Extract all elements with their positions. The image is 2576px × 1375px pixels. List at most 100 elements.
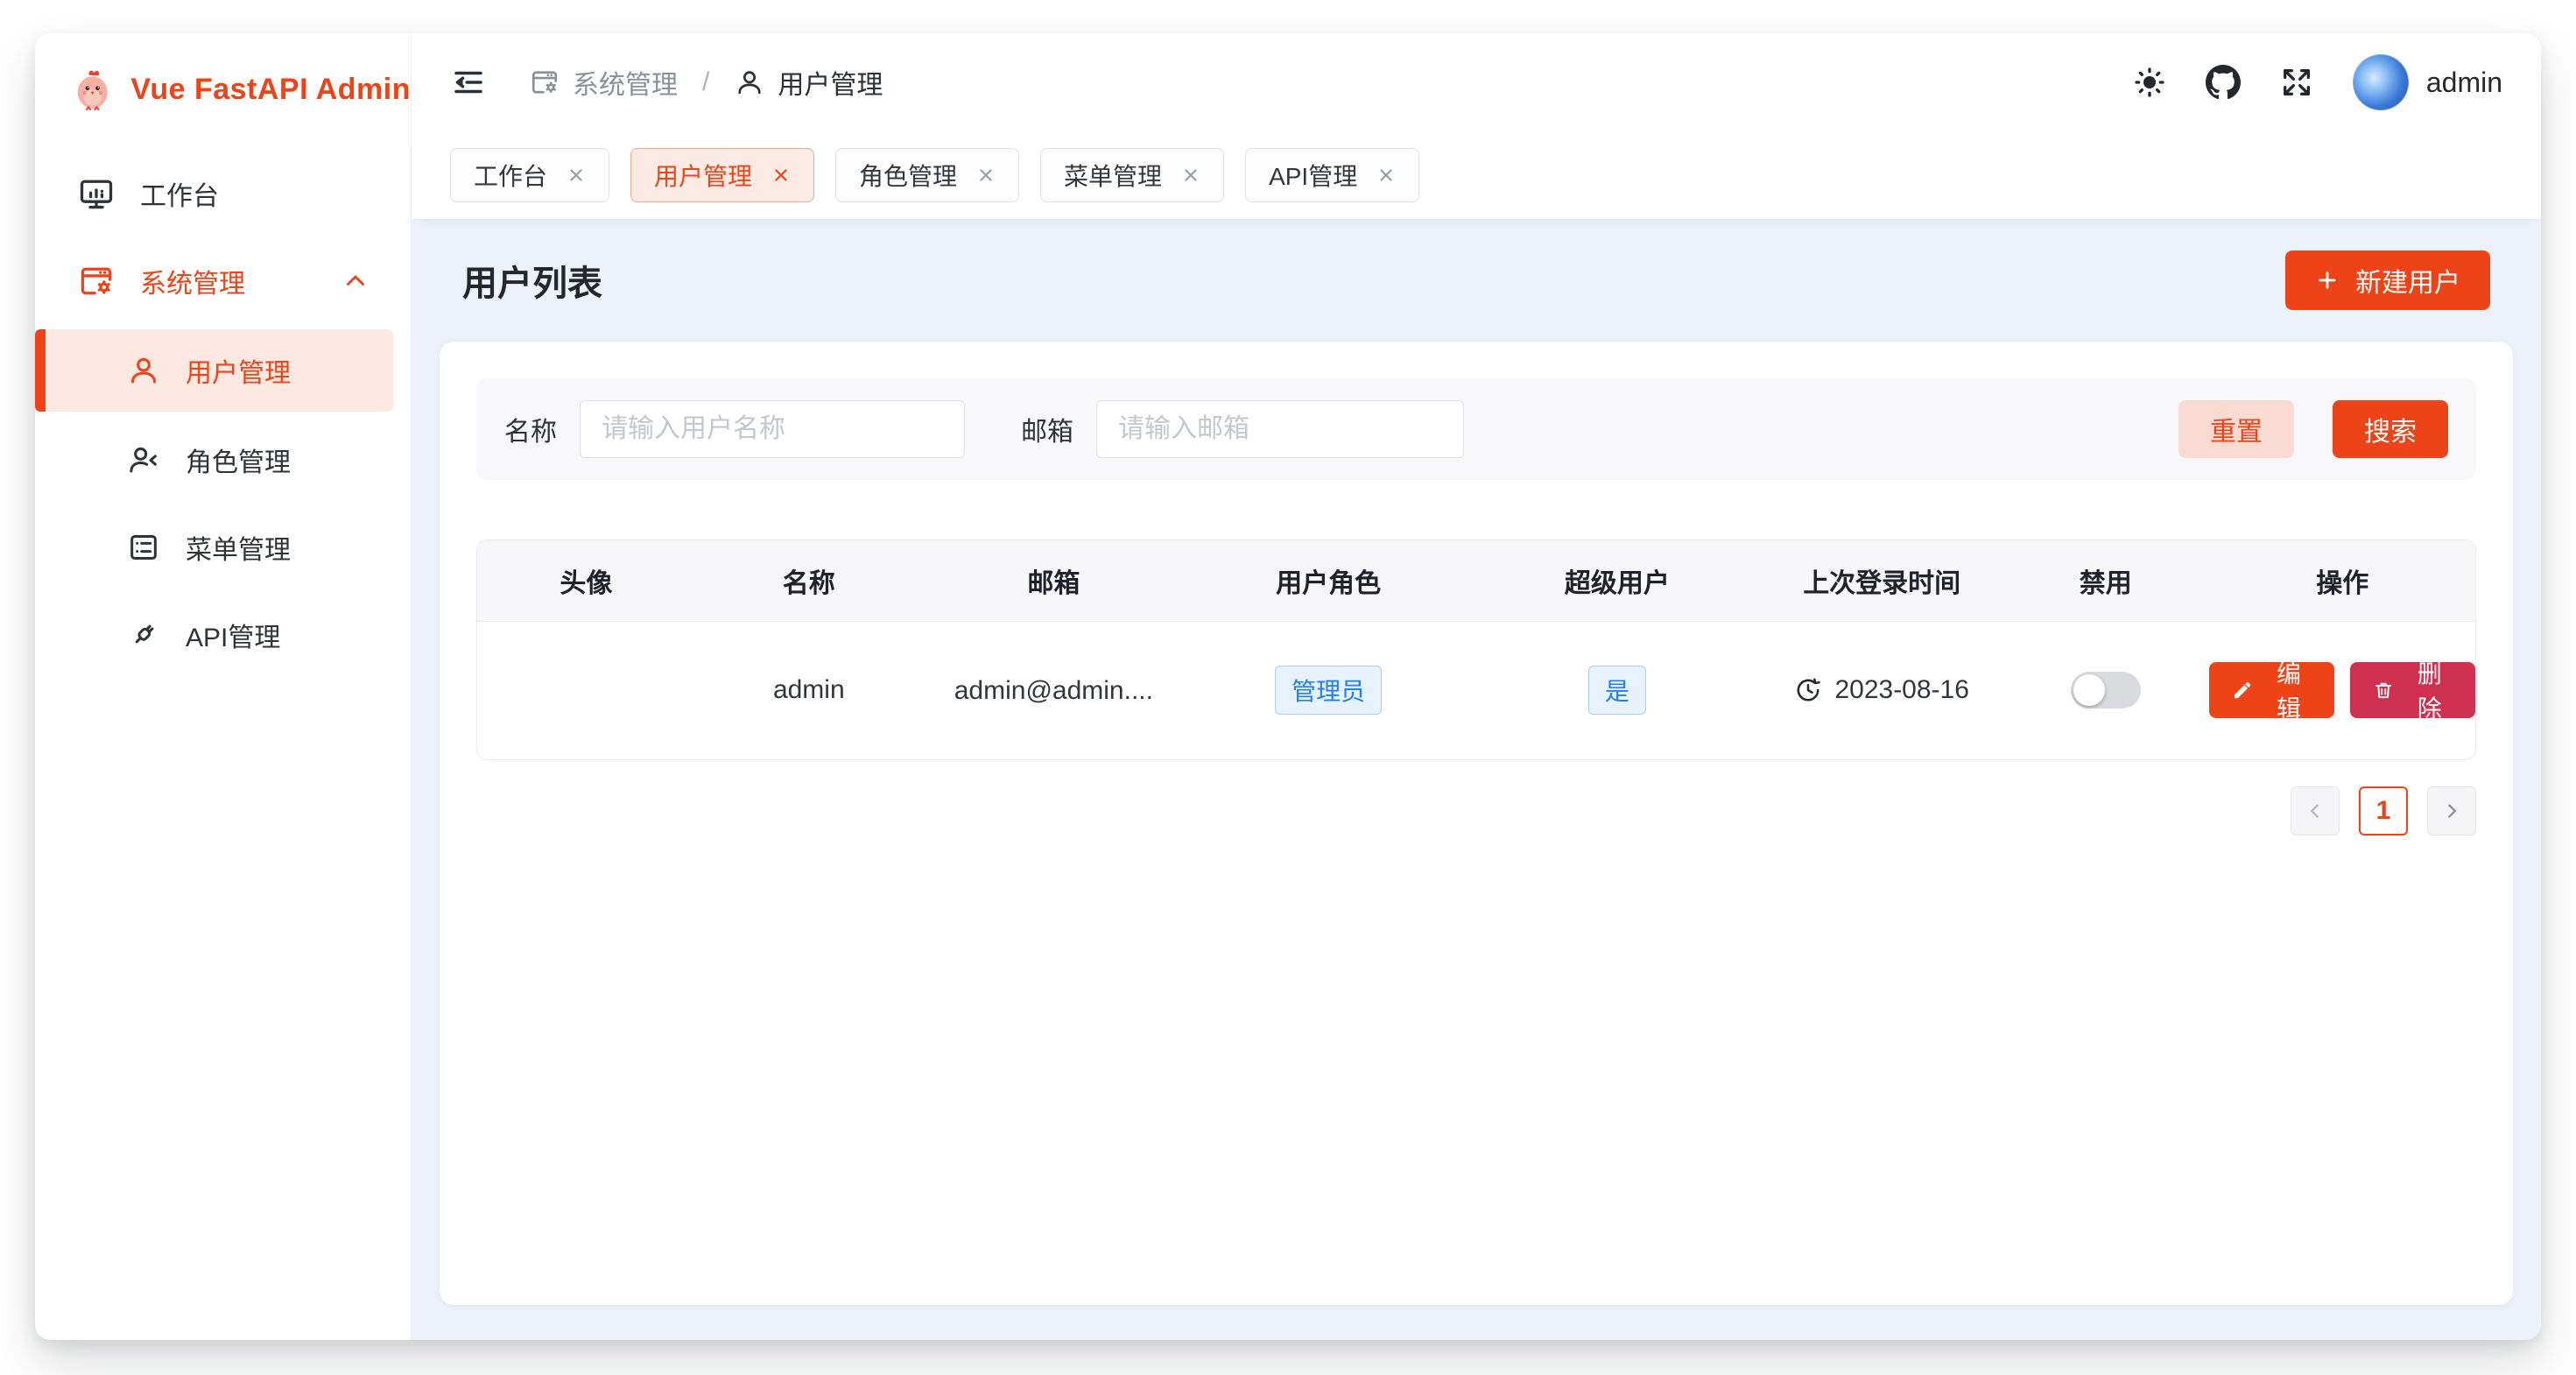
sidebar-nav: 工作台 系统管理 用户管: [35, 145, 411, 683]
tab-label: 角色管理: [859, 158, 957, 193]
fullscreen-expand-icon[interactable]: [2279, 65, 2314, 100]
chevron-left-icon: [2304, 800, 2326, 822]
user-avatar: [2353, 54, 2409, 110]
email-filter-label: 邮箱: [1021, 410, 1073, 448]
pagination-next-button[interactable]: [2427, 786, 2476, 836]
breadcrumb-item-user[interactable]: 用户管理: [734, 63, 883, 102]
sidebar-item-label: API管理: [186, 616, 280, 654]
pagination: 1: [476, 786, 2476, 836]
close-icon[interactable]: [1181, 166, 1200, 185]
pagination-prev-button[interactable]: [2291, 786, 2340, 836]
sidebar-item-system[interactable]: 系统管理: [53, 242, 393, 321]
tab-label: 菜单管理: [1064, 158, 1162, 193]
monitor-icon: [77, 174, 116, 213]
github-icon[interactable]: [2206, 65, 2241, 100]
close-icon[interactable]: [1376, 166, 1396, 185]
tab-label: 工作台: [474, 158, 547, 193]
brand-logo[interactable]: Vue FastAPI Admin: [35, 33, 411, 145]
plus-icon: [2315, 268, 2340, 293]
search-button[interactable]: 搜索: [2333, 400, 2448, 458]
breadcrumb-label: 用户管理: [778, 63, 883, 102]
tab-menu-management[interactable]: 菜单管理: [1040, 148, 1224, 202]
person-chevron-icon: [126, 442, 161, 477]
row-actions: 编辑 删除: [2209, 662, 2475, 718]
reset-button[interactable]: 重置: [2178, 400, 2294, 458]
topbar-tools: admin: [2132, 54, 2502, 110]
sidebar-item-label: 系统管理: [140, 262, 245, 300]
sidebar-item-label: 菜单管理: [186, 528, 291, 567]
name-filter-label: 名称: [504, 410, 557, 448]
tabbar: 工作台 用户管理 角色管理 菜单管理 API管理: [412, 131, 2541, 219]
page-title: 用户列表: [462, 255, 602, 306]
brand-title: Vue FastAPI Admin: [130, 73, 411, 107]
sidebar-item-api-management[interactable]: API管理: [53, 596, 393, 674]
user-list-card: 名称 邮箱 重置 搜索: [440, 342, 2513, 1305]
col-last-login: 上次登录时间: [1762, 540, 2002, 621]
name-filter-input[interactable]: [580, 400, 965, 458]
page-head: 用户列表 新建用户: [440, 250, 2513, 310]
superuser-tag: 是: [1588, 666, 1646, 715]
disabled-toggle[interactable]: [2071, 672, 2141, 709]
last-login-text: 2023-08-16: [1834, 675, 1968, 705]
trash-icon: [2373, 679, 2394, 702]
sidebar-collapse-icon[interactable]: [450, 64, 487, 101]
close-icon[interactable]: [567, 166, 586, 185]
tab-user-management[interactable]: 用户管理: [630, 148, 814, 202]
col-name: 名称: [695, 540, 923, 621]
user-menu[interactable]: admin: [2353, 54, 2502, 110]
breadcrumb-separator: /: [702, 67, 709, 97]
clock-refresh-icon: [1794, 676, 1822, 704]
person-icon: [126, 353, 161, 388]
sidebar-item-label: 工作台: [140, 174, 219, 213]
cell-avatar: [477, 621, 695, 759]
sidebar-item-label: 角色管理: [186, 441, 291, 479]
list-icon: [126, 530, 161, 565]
tab-label: 用户管理: [654, 158, 752, 193]
tab-api-management[interactable]: API管理: [1245, 148, 1419, 202]
edit-button[interactable]: 编辑: [2209, 662, 2334, 718]
cell-name: admin: [695, 621, 923, 759]
breadcrumb-item-system[interactable]: 系统管理: [529, 63, 678, 102]
col-role: 用户角色: [1185, 540, 1473, 621]
delete-button[interactable]: 删除: [2350, 662, 2475, 718]
create-user-label: 新建用户: [2355, 261, 2460, 300]
plug-icon: [126, 617, 161, 652]
sidebar-item-workbench[interactable]: 工作台: [53, 154, 393, 233]
email-filter-input[interactable]: [1096, 400, 1464, 458]
topbar: 系统管理 / 用户管理: [412, 33, 2541, 131]
cell-last-login: 2023-08-16: [1762, 675, 2002, 705]
window-gear-icon: [77, 262, 116, 300]
sidebar-item-role-management[interactable]: 角色管理: [53, 420, 393, 499]
col-superuser: 超级用户: [1472, 540, 1762, 621]
chick-logo-icon: [74, 60, 111, 118]
tab-workbench[interactable]: 工作台: [450, 148, 609, 202]
app-window: Vue FastAPI Admin 工作台 系统管理: [35, 33, 2541, 1340]
table-header-row: 头像 名称 邮箱 用户角色 超级用户 上次登录时间 禁用 操作: [477, 540, 2475, 621]
chevron-right-icon: [2440, 800, 2463, 822]
breadcrumb: 系统管理 / 用户管理: [529, 63, 883, 102]
window-gear-icon: [529, 67, 560, 98]
col-email: 邮箱: [923, 540, 1185, 621]
sidebar: Vue FastAPI Admin 工作台 系统管理: [35, 33, 412, 1340]
pagination-page-1[interactable]: 1: [2359, 786, 2408, 836]
sidebar-item-menu-management[interactable]: 菜单管理: [53, 508, 393, 587]
cell-email: admin@admin....: [954, 676, 1153, 706]
col-actions: 操作: [2209, 540, 2475, 621]
create-user-button[interactable]: 新建用户: [2285, 250, 2490, 310]
close-icon[interactable]: [771, 166, 791, 185]
col-avatar: 头像: [477, 540, 695, 621]
toggle-knob: [2073, 674, 2105, 706]
user-table: 头像 名称 邮箱 用户角色 超级用户 上次登录时间 禁用 操作: [476, 539, 2476, 760]
breadcrumb-label: 系统管理: [573, 63, 678, 102]
tab-role-management[interactable]: 角色管理: [835, 148, 1019, 202]
main-area: 系统管理 / 用户管理: [412, 33, 2541, 1340]
username: admin: [2426, 67, 2502, 99]
filter-panel: 名称 邮箱 重置 搜索: [476, 378, 2476, 480]
col-disabled: 禁用: [2002, 540, 2209, 621]
pencil-icon: [2232, 679, 2253, 702]
page-content: 用户列表 新建用户 名称 邮箱 重置 搜索: [412, 219, 2541, 1340]
table-row: admin admin@admin.... 管理员 是: [477, 621, 2475, 759]
sidebar-item-user-management[interactable]: 用户管理: [35, 329, 393, 412]
theme-sun-icon[interactable]: [2132, 65, 2167, 100]
close-icon[interactable]: [976, 166, 996, 185]
